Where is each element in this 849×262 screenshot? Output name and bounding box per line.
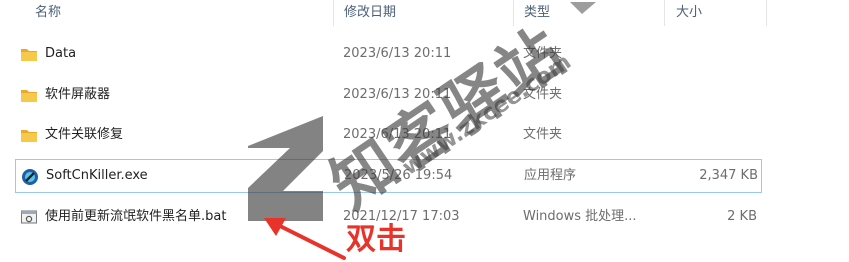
file-size xyxy=(665,118,757,152)
file-name: Data xyxy=(45,46,77,61)
watermark-corner-icon xyxy=(570,2,596,14)
column-date[interactable]: 修改日期 xyxy=(344,4,396,26)
column-divider[interactable] xyxy=(333,0,334,26)
column-divider[interactable] xyxy=(664,0,665,26)
file-size xyxy=(665,37,757,71)
column-name[interactable]: 名称 xyxy=(35,4,61,26)
file-type: 应用程序 xyxy=(524,168,577,183)
red-arrow-icon xyxy=(264,218,346,260)
file-type: Windows 批处理... xyxy=(523,209,637,224)
file-type: 文件夹 xyxy=(523,127,563,142)
file-size xyxy=(665,78,757,112)
column-divider[interactable] xyxy=(766,0,767,26)
double-click-annotation: 双击 xyxy=(346,222,406,257)
column-size[interactable]: 大小 xyxy=(676,4,702,26)
folder-icon xyxy=(21,90,37,102)
file-size: 2,347 KB xyxy=(699,168,758,183)
file-size: 2 KB xyxy=(727,209,757,224)
sort-indicator-icon: ⌃ xyxy=(176,0,184,5)
folder-icon xyxy=(21,130,37,142)
batch-file-icon xyxy=(21,210,37,224)
column-header: ⌃ 名称 修改日期 类型 大小 xyxy=(0,0,849,34)
file-row-data[interactable]: Data 2023/6/13 20:11 文件夹 xyxy=(15,37,762,71)
app-icon xyxy=(22,169,38,185)
folder-icon xyxy=(21,49,37,61)
